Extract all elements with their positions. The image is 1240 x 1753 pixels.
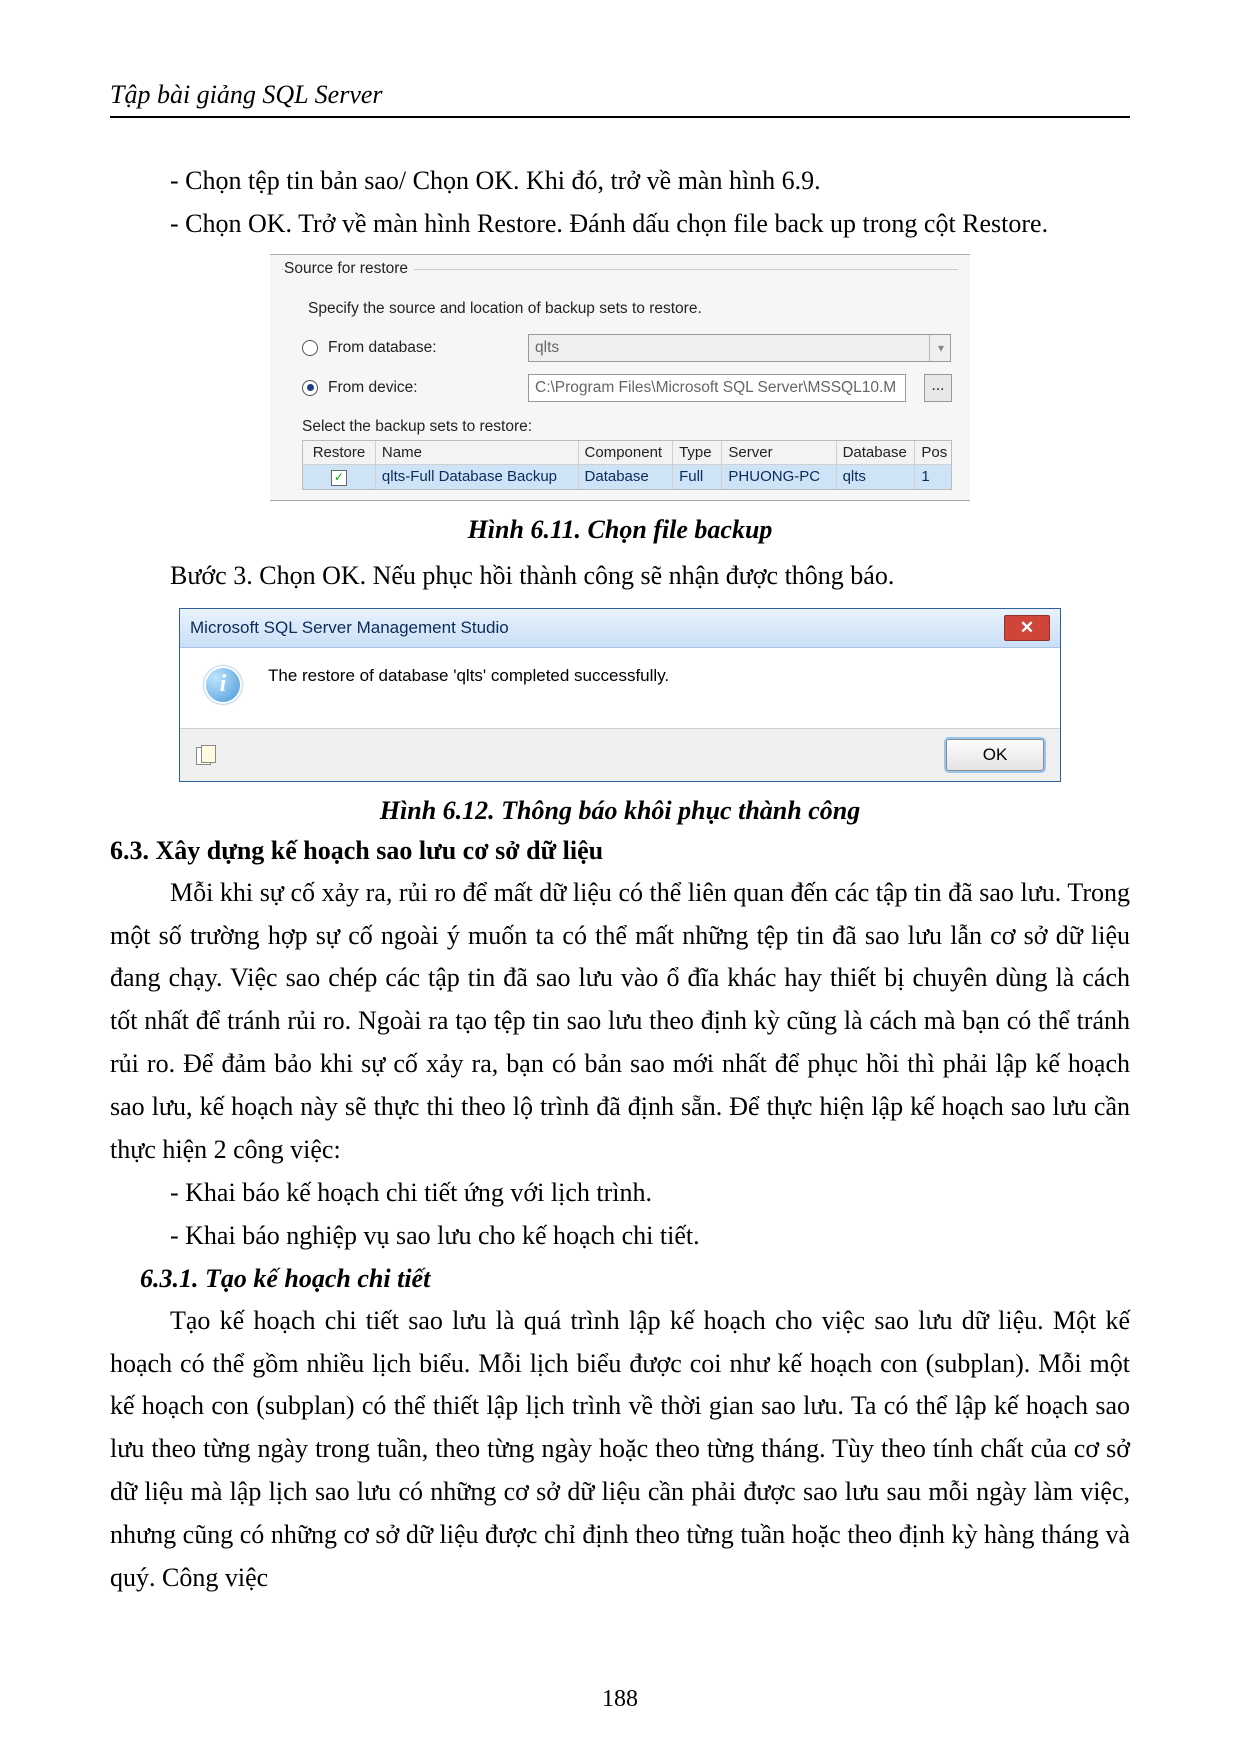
cell-server: PHUONG-PC [722, 465, 836, 489]
col-restore: Restore [303, 441, 376, 464]
radio-from-database-label: From database: [328, 339, 528, 357]
col-database: Database [837, 441, 916, 464]
chevron-down-icon[interactable]: ▾ [929, 335, 952, 361]
from-database-field: qlts [528, 334, 951, 362]
backup-sets-grid[interactable]: Restore Name Component Type Server Datab… [302, 440, 952, 490]
info-icon: i [204, 666, 242, 704]
page-number: 188 [0, 1686, 1240, 1713]
copy-icon[interactable] [196, 745, 216, 765]
col-component: Component [579, 441, 674, 464]
body-line-1: - Chọn tệp tin bản sao/ Chọn OK. Khi đó,… [110, 160, 1130, 203]
section-6-3-1-title: 6.3.1. Tạo kế hoạch chi tiết [140, 1264, 1130, 1294]
cell-type: Full [673, 465, 722, 489]
dialog-title-text: Microsoft SQL Server Management Studio [190, 618, 509, 638]
radio-from-device-row[interactable]: From device: C:\Program Files\Microsoft … [282, 368, 970, 408]
source-groupbox: Source for restore Specify the source an… [282, 267, 970, 490]
restore-source-panel: Source for restore Specify the source an… [270, 254, 970, 501]
header-rule [110, 116, 1130, 118]
from-device-field: C:\Program Files\Microsoft SQL Server\MS… [528, 374, 906, 402]
cell-component: Database [579, 465, 674, 489]
cell-database: qlts [837, 465, 916, 489]
fig612-caption: Hình 6.12. Thông báo khôi phục thành côn… [110, 796, 1130, 826]
dialog-body: i The restore of database 'qlts' complet… [180, 648, 1060, 728]
radio-from-device[interactable] [302, 380, 318, 396]
step3-text: Bước 3. Chọn OK. Nếu phục hồi thành công… [110, 555, 1130, 598]
dialog-message: The restore of database 'qlts' completed… [268, 666, 669, 686]
radio-from-device-label: From device: [328, 379, 528, 397]
groupbox-title: Source for restore [282, 269, 958, 300]
section-6-3-1-para: Tạo kế hoạch chi tiết sao lưu là quá trì… [110, 1300, 1130, 1600]
dialog-titlebar[interactable]: Microsoft SQL Server Management Studio ✕ [180, 609, 1060, 648]
page-header: Tập bài giảng SQL Server [110, 80, 1130, 110]
cell-name: qlts-Full Database Backup [376, 465, 579, 489]
section-6-3-bullet2: - Khai báo nghiệp vụ sao lưu cho kế hoạc… [110, 1215, 1130, 1258]
col-name: Name [376, 441, 579, 464]
radio-from-database[interactable] [302, 340, 318, 356]
ok-button[interactable]: OK [946, 739, 1044, 771]
grid-header: Restore Name Component Type Server Datab… [303, 441, 951, 464]
select-backup-sets-label: Select the backup sets to restore: [282, 408, 970, 440]
col-server: Server [722, 441, 836, 464]
dialog-footer: OK [180, 728, 1060, 781]
browse-button[interactable]: ... [924, 374, 952, 402]
section-6-3-title: 6.3. Xây dựng kế hoạch sao lưu cơ sở dữ … [110, 836, 1130, 866]
radio-from-database-row[interactable]: From database: qlts ▾ [282, 328, 970, 368]
section-6-3-para: Mỗi khi sự cố xảy ra, rủi ro để mất dữ l… [110, 872, 1130, 1172]
col-type: Type [673, 441, 722, 464]
grid-row-0[interactable]: ✓ qlts-Full Database Backup Database Ful… [303, 464, 951, 489]
close-button[interactable]: ✕ [1004, 615, 1050, 641]
success-dialog: Microsoft SQL Server Management Studio ✕… [179, 608, 1061, 782]
checkbox-icon[interactable]: ✓ [331, 470, 347, 486]
col-pos: Pos [915, 441, 951, 464]
cell-pos: 1 [915, 465, 951, 489]
section-6-3-bullet1: - Khai báo kế hoạch chi tiết ứng với lịc… [110, 1172, 1130, 1215]
body-line-2: - Chọn OK. Trở về màn hình Restore. Đánh… [110, 203, 1130, 246]
groupbox-desc: Specify the source and location of backu… [282, 300, 970, 328]
fig611-caption: Hình 6.11. Chọn file backup [110, 515, 1130, 545]
cell-restore-check[interactable]: ✓ [303, 465, 376, 489]
